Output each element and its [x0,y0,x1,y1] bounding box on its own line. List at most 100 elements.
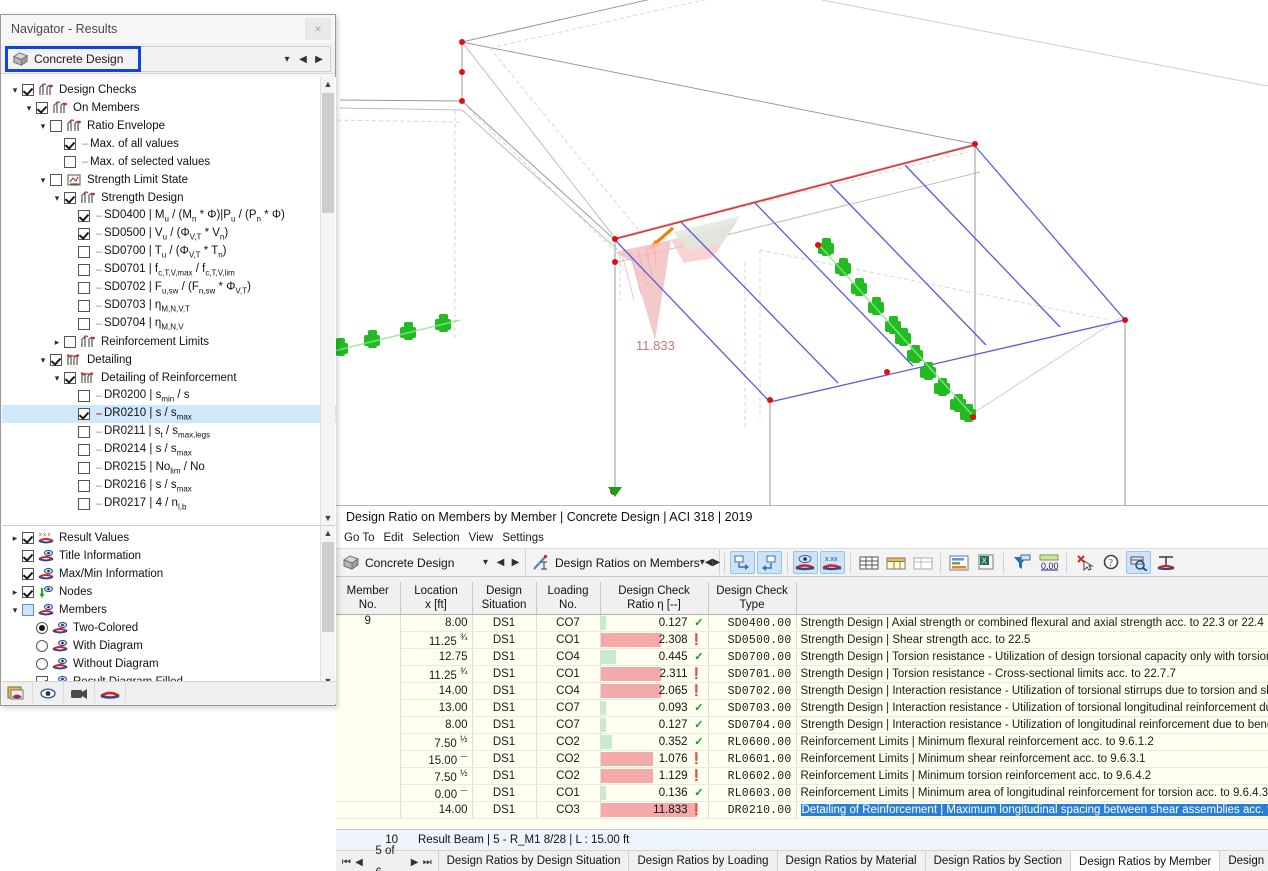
checkbox[interactable] [22,604,34,616]
scroll-up-icon-2[interactable]: ▲ [321,526,335,540]
table-row[interactable]: 0.00 ⏤ DS1 CO1 0.136 ✓ RL0603.00 Reinforcement… [336,784,1268,802]
tree-item[interactable]: ▸ x x x Result Values [2,529,336,547]
tree-item[interactable]: – DR0200 | smin / s [2,387,336,405]
tree-item[interactable]: – SD0500 | Vu / (ΦV,T * Vn) [2,225,336,243]
chevron-down-icon[interactable]: ▾ [478,557,493,568]
menu-settings[interactable]: Settings [502,532,544,544]
first-page-icon[interactable]: ⏮ [340,857,353,868]
tab-design-ratios-by-location[interactable]: Design Ratios by Location [1219,851,1268,871]
tree-item[interactable]: ▾ Strength Design [2,189,336,207]
table-row[interactable]: 12.75 DS1 CO4 0.445 ✓ SD0700.00 Strength Desig… [336,648,1268,666]
tab-design-ratios-by-material[interactable]: Design Ratios by Material [776,851,925,871]
tree-item[interactable]: – DR0216 | s / smax [2,477,336,495]
results-toolbar[interactable]: Concrete Design ▾ ◀ ▶ Design Ratios on M… [336,548,1268,577]
checkbox[interactable] [64,156,76,168]
tree-item[interactable]: With Diagram [2,637,336,655]
tree-bottom-scrollbar[interactable]: ▲ ▼ [320,526,335,688]
checkbox[interactable] [78,426,90,438]
checkbox[interactable] [22,568,34,580]
table-row[interactable]: 11.25 ¾ DS1 CO1 2.311 ❗ SD0701.00 Strength Des… [336,665,1268,683]
chart-icon[interactable] [946,551,971,574]
tree-item[interactable]: – SD0703 | ηM,N,V,T [2,297,336,315]
tab-design-ratios-by-design-situation[interactable]: Design Ratios by Design Situation [437,851,629,871]
expand-toggle-icon[interactable]: ▸ [8,587,22,598]
menu-go-to[interactable]: Go To [344,532,374,544]
table-row[interactable]: 14.00 DS1 CO4 2.065 ❗ SD0702.00 Strength Desig… [336,682,1268,700]
tree-item[interactable]: – SD0701 | fc,T,V,max / fc,T,V,lim [2,261,336,279]
navigator-footer[interactable] [2,681,336,704]
checkbox[interactable] [64,336,76,348]
menu-view[interactable]: View [469,532,494,544]
result-type-combo[interactable]: Design Ratios on Members ▾ ◀ ▶ [526,550,720,575]
expand-toggle-icon[interactable]: ▾ [36,355,50,366]
col-design-check-type[interactable]: Design Check Type [708,582,797,615]
tree-item[interactable]: ▾ Design Checks [2,81,336,99]
checkbox[interactable] [22,586,34,598]
checkbox[interactable] [78,246,90,258]
addon-combo[interactable]: Concrete Design ▾ ◀ ▶ [336,550,526,575]
table-row[interactable]: 11.25 ¾ DS1 CO1 2.308 ❗ SD0500.00 Strength Des… [336,631,1268,649]
expand-toggle-icon[interactable]: ▾ [8,85,22,96]
values-icon[interactable]: x.xx [820,551,845,574]
filter-rows-icon[interactable] [730,551,755,574]
prev-arrow-icon-nav[interactable]: ◀ [295,54,311,65]
tab-bar[interactable]: ⏮ ◀ 5 of 6 ▶ ⏭ Design Ratios by Design S… [336,845,1268,871]
tree-item[interactable]: ▸ Nodes [2,583,336,601]
table-row[interactable]: 13.00 DS1 CO7 0.093 ✓ SD0703.00 Strength Desig… [336,699,1268,717]
checkbox[interactable] [50,120,62,132]
checkbox[interactable] [22,84,34,96]
checkbox[interactable] [78,282,90,294]
tree-item[interactable]: – Max. of all values [2,135,336,153]
tree-item[interactable]: ▾ Ratio Envelope [2,117,336,135]
table-header-icon[interactable] [883,551,908,574]
checkbox[interactable] [78,444,90,456]
expand-toggle-icon[interactable]: ▾ [8,605,22,616]
menu-edit[interactable]: Edit [383,532,403,544]
tree-item[interactable]: – DR0217 | 4 / nl,b [2,495,336,513]
expand-toggle-icon[interactable]: ▾ [36,121,50,132]
checkbox[interactable] [78,480,90,492]
tree-item[interactable]: – DR0214 | s / smax [2,441,336,459]
tab-design-ratios-by-loading[interactable]: Design Ratios by Loading [628,851,776,871]
display-options-tree[interactable]: ▸ x x x Result Values Title Information Max/… [2,525,336,688]
table-row[interactable]: 7.50 ½ DS1 CO2 1.129 ❗ RL0602.00 Reinforcement… [336,767,1268,785]
radio-button[interactable] [36,658,48,670]
tree-item[interactable]: ▾ Members [2,601,336,619]
member-result-icon[interactable] [1153,551,1178,574]
tree-item[interactable]: Max/Min Information [2,565,336,583]
radio-button[interactable] [36,640,48,652]
expand-toggle-icon[interactable]: ▾ [50,373,64,384]
decimal-places-icon[interactable]: 0,00 [1036,551,1061,574]
info-icon[interactable]: ? [1099,551,1124,574]
scroll-up-icon[interactable]: ▲ [321,77,335,91]
checkbox[interactable] [78,228,90,240]
checkbox[interactable] [78,210,90,222]
chevron-down-icon-nav[interactable]: ▾ [279,54,295,65]
next-arrow-icon-nav[interactable]: ▶ [311,54,327,65]
tree-item[interactable]: ▸ Reinforcement Limits [2,333,336,351]
close-icon[interactable]: × [305,18,331,40]
next-arrow-icon[interactable]: ▶ [508,557,523,568]
col-description[interactable]: Description [796,582,1268,615]
tree-item[interactable]: Without Diagram [2,655,336,673]
last-page-icon[interactable]: ⏭ [421,857,434,868]
checkbox[interactable] [50,354,62,366]
menu-selection[interactable]: Selection [412,532,459,544]
results-table-wrapper[interactable]: Member No. Location x [ft] Design Situat… [336,582,1268,829]
checkbox[interactable] [78,264,90,276]
checkbox[interactable] [22,532,34,544]
camera-icon[interactable] [64,683,95,703]
visibility-icon[interactable] [793,551,818,574]
radio-button[interactable] [36,622,48,634]
results-menubar[interactable]: Go To Edit Selection View Settings [336,529,1268,548]
col-loading-no[interactable]: Loading No. [536,582,601,615]
tree-item[interactable]: – Max. of selected values [2,153,336,171]
expand-toggle-icon[interactable]: ▸ [50,337,64,348]
table-row[interactable]: 7.50 ½ DS1 CO2 0.352 ✓ RL0600.00 Reinforcement… [336,733,1268,751]
find-icon[interactable] [1126,551,1151,574]
tab-design-ratios-by-section[interactable]: Design Ratios by Section [924,851,1070,871]
checkbox[interactable] [36,102,48,114]
next-page-icon[interactable]: ▶ [408,857,421,868]
delete-icon[interactable] [1072,551,1097,574]
excel-icon[interactable]: X [973,551,998,574]
